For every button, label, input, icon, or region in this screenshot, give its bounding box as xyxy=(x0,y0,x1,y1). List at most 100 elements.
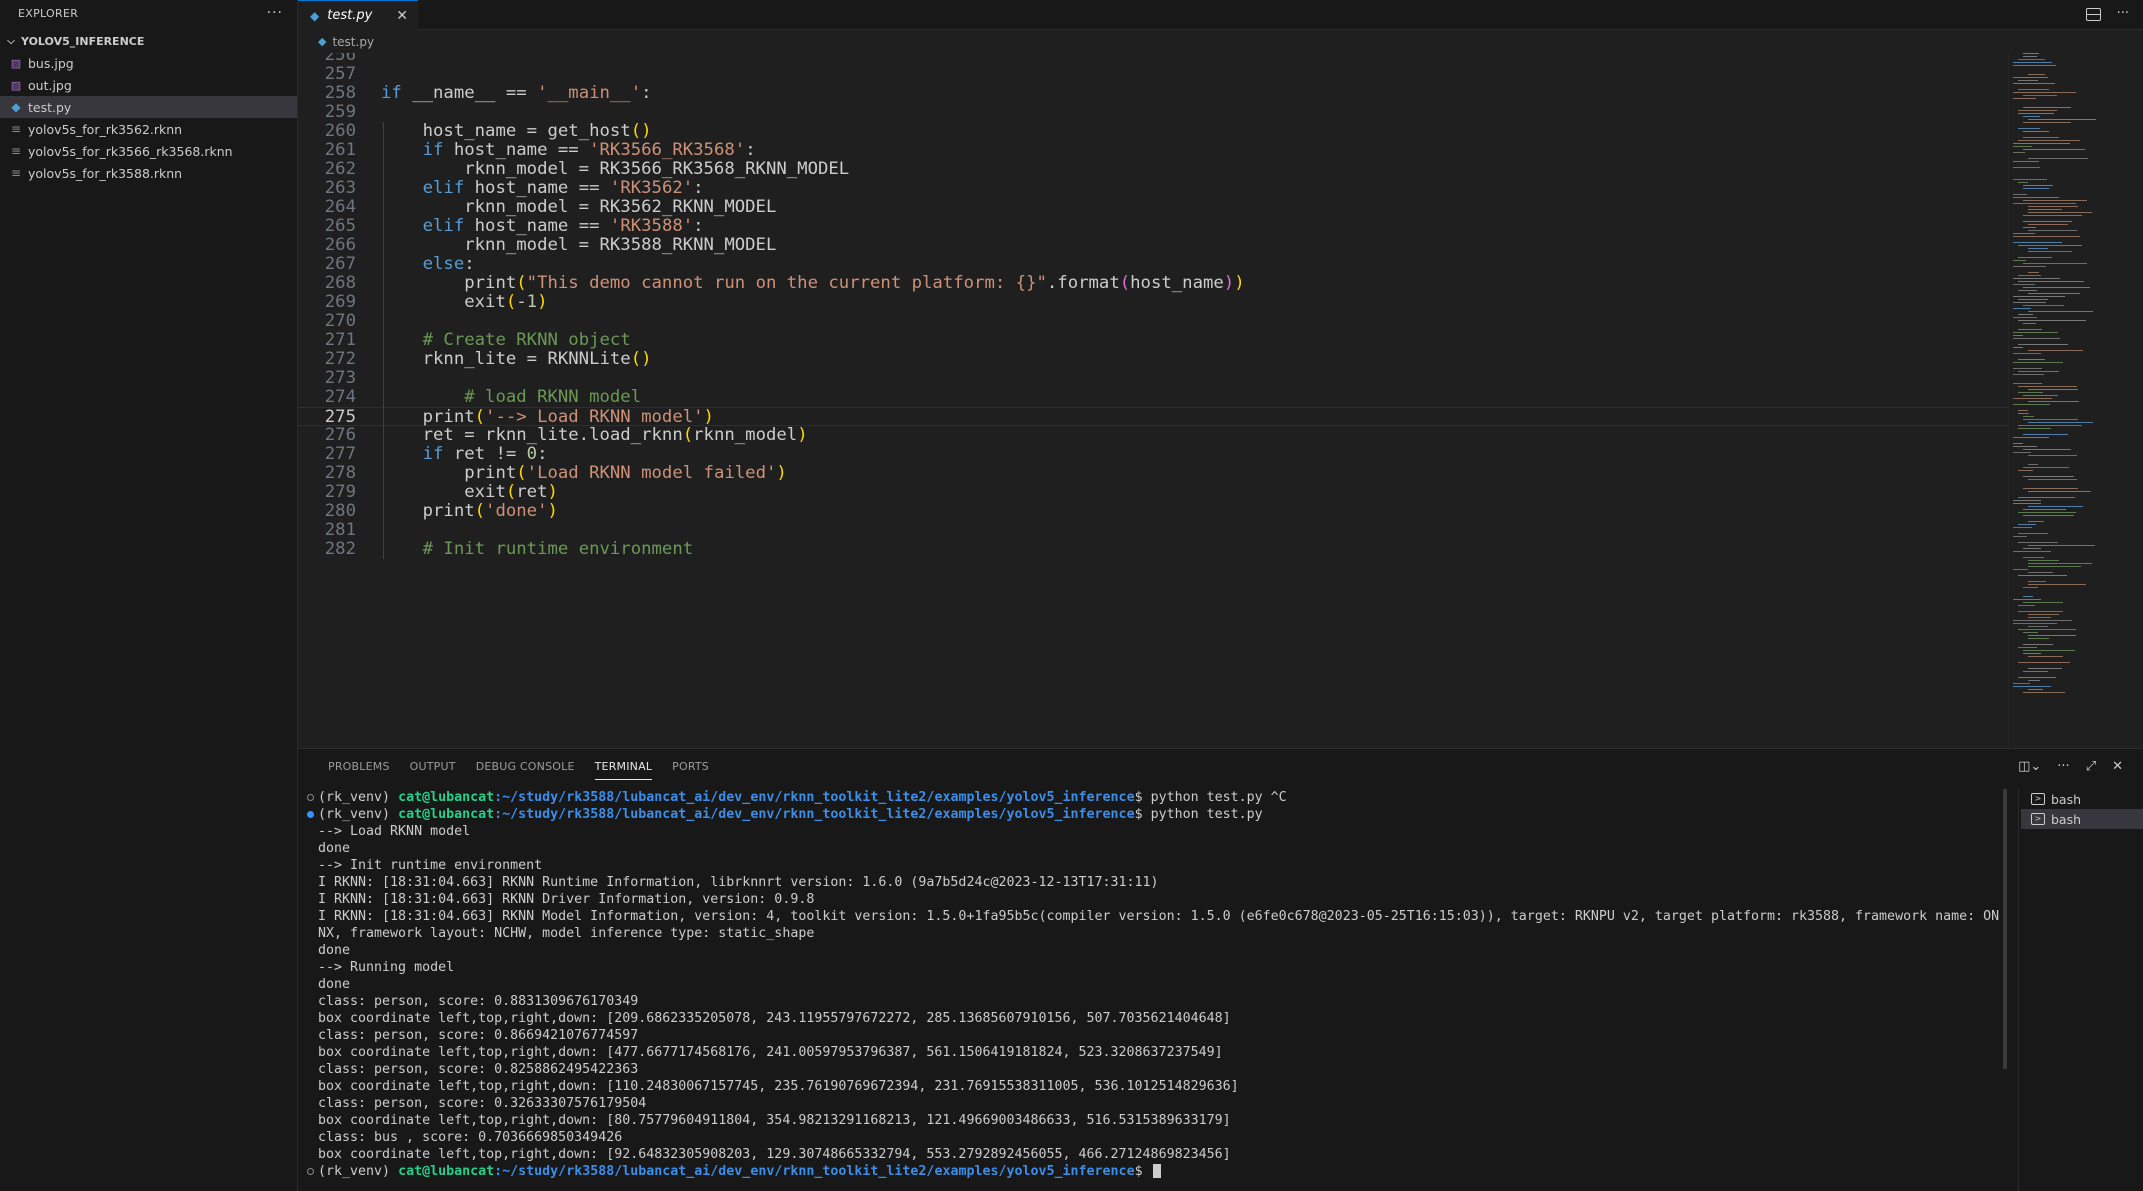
command-decoration-icon[interactable] xyxy=(307,811,314,818)
minimap-line xyxy=(2028,689,2043,690)
prompt-command: $ python test.py xyxy=(1134,807,1263,822)
close-panel-icon[interactable]: ✕ xyxy=(2112,759,2123,774)
code-editor[interactable]: 256 257 258 if __name__ == '__main__': 259 26… xyxy=(298,53,2008,748)
minimap-line xyxy=(2028,230,2077,231)
tab-ports[interactable]: PORTS xyxy=(662,749,719,785)
file-item-rk3562-rknn[interactable]: ≡ yolov5s_for_rk3562.rknn xyxy=(0,118,297,140)
code-line[interactable]: 278 print('Load RKNN model failed') xyxy=(298,464,2008,483)
minimap-line xyxy=(2028,581,2046,582)
tab-test-py[interactable]: ◆ test.py ✕ xyxy=(298,0,418,30)
code-line[interactable]: 274 # load RKNN model xyxy=(298,388,2008,407)
code-line[interactable]: 263 elif host_name == 'RK3562': xyxy=(298,179,2008,198)
file-item-rk3588-rknn[interactable]: ≡ yolov5s_for_rk3588.rknn xyxy=(0,162,297,184)
file-label: yolov5s_for_rk3566_rk3568.rknn xyxy=(28,143,233,159)
minimap-line xyxy=(2023,476,2074,477)
more-actions-icon[interactable]: ··· xyxy=(267,5,283,21)
code-line[interactable]: 279 exit(ret) xyxy=(298,483,2008,502)
minimap-line xyxy=(2028,584,2086,585)
code-line[interactable]: 257 xyxy=(298,65,2008,84)
more-actions-icon[interactable]: ··· xyxy=(2057,759,2069,774)
minimap-line xyxy=(2013,260,2026,261)
code-text: if __name__ == '__main__': xyxy=(381,83,652,103)
terminal-scrollbar[interactable] xyxy=(2003,789,2007,1069)
tab-output[interactable]: OUTPUT xyxy=(400,749,466,785)
minimap-line xyxy=(2023,515,2074,516)
terminal-output-line: --> Load RKNN model xyxy=(298,823,2008,840)
code-line[interactable]: 262 rknn_model = RK3566_RK3568_RKNN_MODE… xyxy=(298,160,2008,179)
minimap-line xyxy=(2023,644,2053,645)
minimap-line xyxy=(2018,470,2033,471)
code-line[interactable]: 258 if __name__ == '__main__': xyxy=(298,84,2008,103)
output-text: class: person, score: 0.8258862495422363 xyxy=(318,1062,639,1077)
code-line[interactable]: 282 # Init runtime environment xyxy=(298,540,2008,559)
minimap-line xyxy=(2023,419,2078,420)
code-line[interactable]: 270 xyxy=(298,312,2008,331)
code-line[interactable]: 271 # Create RKNN object xyxy=(298,331,2008,350)
prompt-path: :~/study/rk3588/lubancat_ai/dev_env/rknn… xyxy=(494,807,1135,822)
terminal-icon: > xyxy=(2031,813,2045,825)
minimap-line xyxy=(2028,248,2048,249)
code-line[interactable]: 266 rknn_model = RK3588_RKNN_MODEL xyxy=(298,236,2008,255)
minimap-line xyxy=(2013,152,2025,153)
code-line[interactable]: 260 host_name = get_host() xyxy=(298,122,2008,141)
terminal-item-bash[interactable]: > bash xyxy=(2021,789,2143,809)
split-terminal-icon[interactable]: ◫⌄ xyxy=(2018,759,2041,774)
output-text: NX, framework layout: NCHW, model infere… xyxy=(318,926,815,941)
terminal-output[interactable]: (rk_venv) cat@lubancat:~/study/rk3588/lu… xyxy=(298,789,2008,1191)
output-text: I RKNN: [18:31:04.663] RKNN Model Inform… xyxy=(318,909,2000,924)
code-line[interactable]: 281 xyxy=(298,521,2008,540)
split-editor-icon[interactable] xyxy=(2085,8,2101,21)
code-text: rknn_lite = RKNNLite() xyxy=(381,349,652,369)
code-line[interactable]: 265 elif host_name == 'RK3588': xyxy=(298,217,2008,236)
minimap-line xyxy=(2028,389,2078,390)
bottom-panel: PROBLEMS OUTPUT DEBUG CONSOLE TERMINAL P… xyxy=(298,748,2143,1191)
terminal-item-bash[interactable]: > bash xyxy=(2021,809,2143,829)
prompt-path: :~/study/rk3588/lubancat_ai/dev_env/rknn… xyxy=(494,790,1135,805)
file-item-test-py[interactable]: ◆ test.py xyxy=(0,96,297,118)
code-line[interactable]: 264 rknn_model = RK3562_RKNN_MODEL xyxy=(298,198,2008,217)
line-number: 257 xyxy=(324,64,356,84)
command-decoration-icon[interactable] xyxy=(307,1168,314,1175)
tab-debug-console[interactable]: DEBUG CONSOLE xyxy=(466,749,585,785)
minimap-line xyxy=(2023,221,2072,222)
minimap-line xyxy=(2028,455,2077,456)
code-line[interactable]: 273 xyxy=(298,369,2008,388)
panel-tabs: PROBLEMS OUTPUT DEBUG CONSOLE TERMINAL P… xyxy=(318,749,719,785)
code-line[interactable]: 268 print("This demo cannot run on the c… xyxy=(298,274,2008,293)
line-number: 269 xyxy=(324,292,356,312)
minimap-line xyxy=(2023,95,2057,96)
minimap-line xyxy=(2023,215,2082,216)
code-line[interactable]: 276 ret = rknn_lite.load_rknn(rknn_model… xyxy=(298,426,2008,445)
file-item-rk3566-rk3568-rknn[interactable]: ≡ yolov5s_for_rk3566_rk3568.rknn xyxy=(0,140,297,162)
line-number: 262 xyxy=(324,159,356,179)
folder-yolov5-inference[interactable]: ⌵ YOLOV5_INFERENCE xyxy=(0,30,297,52)
code-line[interactable]: 259 xyxy=(298,103,2008,122)
minimap-line xyxy=(2023,122,2071,123)
command-decoration-icon[interactable] xyxy=(307,794,314,801)
minimap-line xyxy=(2013,551,2051,552)
code-text: elif host_name == 'RK3562': xyxy=(422,178,704,198)
output-text: --> Running model xyxy=(318,960,455,975)
minimap-line xyxy=(2018,140,2080,141)
file-item-out-jpg[interactable]: ▨ out.jpg xyxy=(0,74,297,96)
file-item-bus-jpg[interactable]: ▨ bus.jpg xyxy=(0,52,297,74)
minimap-line xyxy=(2028,668,2062,669)
code-line[interactable]: 269 exit(-1) xyxy=(298,293,2008,312)
code-line[interactable]: 272 rknn_lite = RKNNLite() xyxy=(298,350,2008,369)
more-actions-icon[interactable]: ··· xyxy=(2117,6,2129,21)
code-line[interactable]: 261 if host_name == 'RK3566_RK3568': xyxy=(298,141,2008,160)
close-icon[interactable]: ✕ xyxy=(396,8,408,24)
maximize-panel-icon[interactable]: ⤢ xyxy=(2086,759,2096,774)
minimap-line xyxy=(2013,197,2059,198)
terminal-output-line: done xyxy=(298,976,2008,993)
code-line[interactable]: 280 print('done') xyxy=(298,502,2008,521)
code-line[interactable]: 277 if ret != 0: xyxy=(298,445,2008,464)
breadcrumb-file[interactable]: test.py xyxy=(332,35,374,49)
code-line[interactable]: 267 else: xyxy=(298,255,2008,274)
minimap[interactable] xyxy=(2008,53,2143,748)
tab-problems[interactable]: PROBLEMS xyxy=(318,749,400,785)
code-line[interactable]: 275 print('--> Load RKNN model') xyxy=(298,407,2008,427)
code-line[interactable]: 256 xyxy=(298,53,2008,65)
minimap-line xyxy=(2013,77,2048,78)
tab-terminal[interactable]: TERMINAL xyxy=(585,749,663,785)
